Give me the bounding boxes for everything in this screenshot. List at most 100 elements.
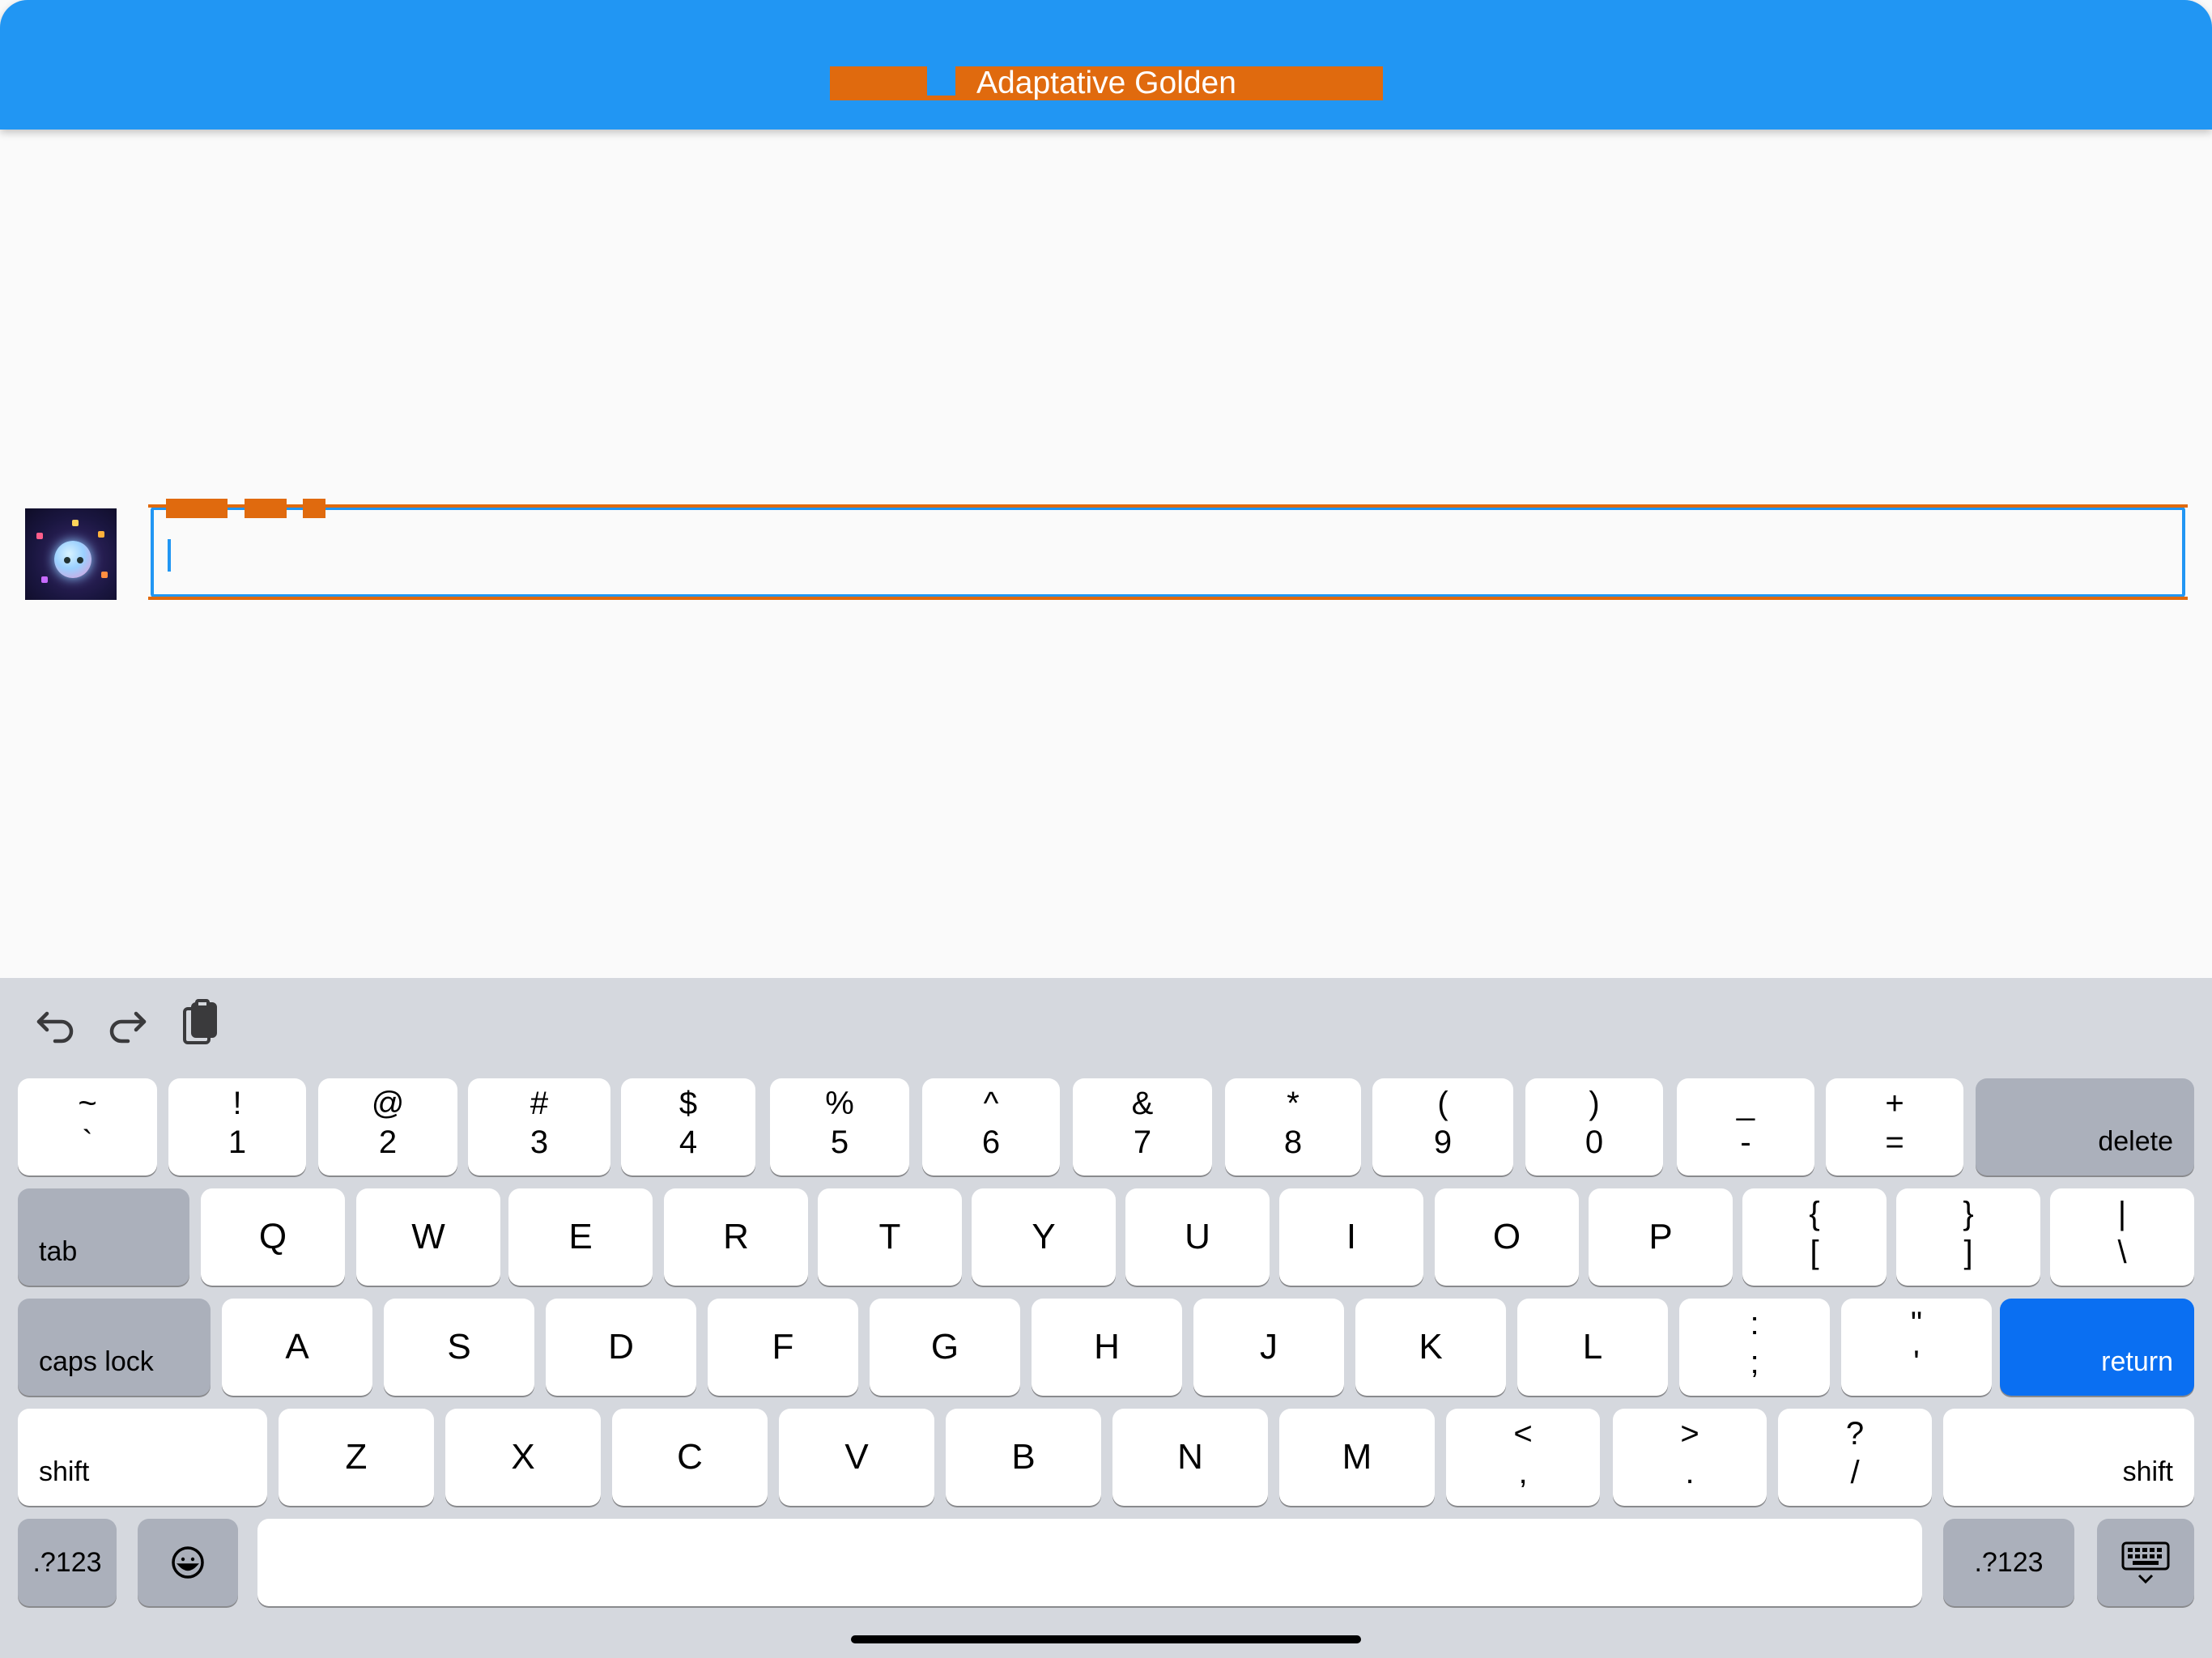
key-m[interactable]: M — [1279, 1409, 1435, 1506]
text-input-field[interactable] — [151, 507, 2185, 597]
key-s[interactable]: S — [384, 1299, 534, 1396]
redo-icon[interactable] — [99, 996, 155, 1052]
emoji-key[interactable] — [138, 1519, 238, 1606]
key-label: .?123 — [1974, 1546, 2044, 1578]
key-f[interactable]: F — [708, 1299, 858, 1396]
key-label: R — [723, 1217, 749, 1256]
key-h[interactable]: H — [1032, 1299, 1182, 1396]
key-t[interactable]: T — [818, 1188, 962, 1286]
key-u[interactable]: U — [1125, 1188, 1270, 1286]
shift-right-key[interactable]: shift — [1943, 1409, 2194, 1506]
key-c[interactable]: C — [612, 1409, 768, 1506]
key-0[interactable]: ) 0 — [1525, 1078, 1663, 1175]
numbers-key-left[interactable]: .?123 — [18, 1519, 117, 1606]
key-b[interactable]: B — [946, 1409, 1101, 1506]
numbers-key-right[interactable]: .?123 — [1943, 1519, 2074, 1606]
key-label: shift — [2122, 1456, 2173, 1487]
key-label: / — [1850, 1455, 1860, 1490]
paste-icon[interactable] — [172, 996, 228, 1052]
key-v[interactable]: V — [779, 1409, 934, 1506]
key-label: E — [568, 1217, 593, 1256]
key-shift-label: ^ — [983, 1086, 999, 1121]
key-x[interactable]: X — [445, 1409, 601, 1506]
key-3[interactable]: #3 — [468, 1078, 610, 1175]
key-l[interactable]: L — [1517, 1299, 1668, 1396]
key-shift-label: * — [1287, 1086, 1300, 1121]
shift-left-key[interactable]: shift — [18, 1409, 267, 1506]
key-k[interactable]: K — [1355, 1299, 1506, 1396]
key-][interactable]: }] — [1896, 1188, 2040, 1286]
key-shift-label: + — [1885, 1086, 1904, 1121]
key-o[interactable]: O — [1435, 1188, 1579, 1286]
key-7[interactable]: & 7 — [1073, 1078, 1212, 1175]
key-q[interactable]: Q — [201, 1188, 345, 1286]
key-8[interactable]: * 8 — [1225, 1078, 1361, 1175]
key-9[interactable]: (9 — [1372, 1078, 1513, 1175]
key-shift-label: _ — [1736, 1086, 1755, 1121]
key-shift-label: $ — [678, 1086, 698, 1121]
key-\[interactable]: | \ — [2050, 1188, 2194, 1286]
key-label: return — [2101, 1346, 2173, 1377]
text-cursor — [168, 539, 171, 572]
key-label: T — [878, 1217, 901, 1256]
key-a[interactable]: A — [222, 1299, 372, 1396]
key-label: , — [1518, 1455, 1528, 1490]
key--[interactable]: _ - — [1677, 1078, 1814, 1175]
space-bar[interactable] — [257, 1519, 1922, 1606]
key-label: caps lock — [39, 1346, 154, 1377]
key-,[interactable]: <, — [1446, 1409, 1600, 1506]
key-[[interactable]: {[ — [1742, 1188, 1887, 1286]
key-j[interactable]: J — [1193, 1299, 1344, 1396]
key-label: X — [511, 1437, 535, 1477]
key-label: . — [1685, 1455, 1695, 1490]
key-2[interactable]: @2 — [318, 1078, 457, 1175]
page-title: Adaptative Golden — [976, 66, 1236, 100]
key-label: G — [930, 1327, 959, 1367]
key-label: ` — [82, 1124, 93, 1160]
keyboard-dismiss-key[interactable] — [2097, 1519, 2194, 1606]
key-shift-label: < — [1513, 1416, 1533, 1452]
delete-key[interactable]: delete — [1976, 1078, 2194, 1175]
key-;[interactable]: :; — [1679, 1299, 1830, 1396]
key-w[interactable]: W — [356, 1188, 500, 1286]
key-4[interactable]: $4 — [621, 1078, 755, 1175]
key-y[interactable]: Y — [972, 1188, 1116, 1286]
key-1[interactable]: ! 1 — [168, 1078, 306, 1175]
key-6[interactable]: ^ 6 — [922, 1078, 1060, 1175]
tab-key[interactable]: tab — [18, 1188, 189, 1286]
key-'[interactable]: " ' — [1841, 1299, 1992, 1396]
key-label: - — [1740, 1124, 1751, 1160]
input-label-overlay — [303, 499, 325, 518]
key-d[interactable]: D — [546, 1299, 696, 1396]
sparkle-decoration — [101, 572, 108, 578]
key-label: ; — [1750, 1345, 1759, 1380]
key-.[interactable]: >. — [1613, 1409, 1767, 1506]
return-key[interactable]: return — [2000, 1299, 2194, 1396]
undo-icon[interactable] — [28, 996, 84, 1052]
key-label: ] — [1963, 1235, 1973, 1270]
key-shift-label: @ — [371, 1086, 405, 1121]
key-i[interactable]: I — [1279, 1188, 1423, 1286]
key-=[interactable]: + = — [1826, 1078, 1963, 1175]
key-shift-label: ? — [1845, 1416, 1865, 1452]
key-shift-label: " — [1910, 1306, 1923, 1341]
key-p[interactable]: P — [1589, 1188, 1733, 1286]
key-e[interactable]: E — [508, 1188, 653, 1286]
key-label — [257, 1519, 1922, 1606]
caps-lock-key[interactable]: caps lock — [18, 1299, 211, 1396]
key-shift-label: : — [1750, 1306, 1759, 1341]
key-n[interactable]: N — [1112, 1409, 1268, 1506]
key-g[interactable]: G — [870, 1299, 1020, 1396]
key-label: 5 — [830, 1124, 849, 1160]
key-label: L — [1582, 1327, 1603, 1367]
key-z[interactable]: Z — [279, 1409, 434, 1506]
sparkle-decoration — [72, 520, 79, 526]
key-label: = — [1885, 1124, 1904, 1160]
emoji-icon — [172, 1546, 204, 1579]
key-label: ' — [1913, 1345, 1920, 1380]
key-label: Z — [345, 1437, 368, 1477]
key-5[interactable]: % 5 — [770, 1078, 909, 1175]
key-`[interactable]: ~ ` — [18, 1078, 157, 1175]
key-/[interactable]: ? / — [1778, 1409, 1932, 1506]
key-r[interactable]: R — [664, 1188, 808, 1286]
